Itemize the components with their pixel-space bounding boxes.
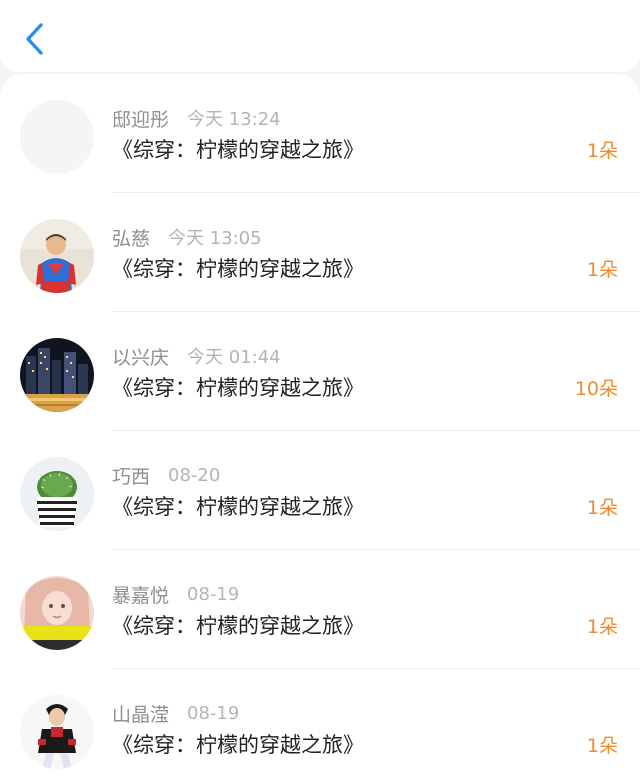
avatar[interactable] — [20, 338, 94, 412]
anime-character-avatar-icon — [20, 695, 94, 769]
cactus-pot-avatar-icon — [20, 457, 94, 531]
book-title[interactable]: 《综穿：柠檬的穿越之旅》 — [112, 491, 364, 521]
list-item[interactable]: 山晶滢 08-19 《综穿：柠檬的穿越之旅》 1朵 — [0, 669, 640, 781]
book-title[interactable]: 《综穿：柠檬的穿越之旅》 — [112, 610, 364, 640]
user-name[interactable]: 暴嘉悦 — [112, 581, 169, 608]
item-meta: 暴嘉悦 08-19 — [112, 581, 240, 608]
timestamp: 08-19 — [187, 583, 240, 605]
user-name[interactable]: 邸迎彤 — [112, 105, 169, 132]
user-name[interactable]: 以兴庆 — [112, 343, 169, 370]
list-item[interactable]: 暴嘉悦 08-19 《综穿：柠檬的穿越之旅》 1朵 — [0, 550, 640, 669]
list-item[interactable]: 弘慈 今天 13:05 《综穿：柠檬的穿越之旅》 1朵 — [0, 193, 640, 312]
user-name[interactable]: 弘慈 — [112, 224, 150, 251]
gift-list: 邸迎彤 今天 13:24 《综穿：柠檬的穿越之旅》 1朵 弘慈 今天 13:05 — [0, 74, 640, 781]
flower-count: 10朵 — [574, 378, 618, 400]
item-meta: 弘慈 今天 13:05 — [112, 224, 262, 251]
avatar[interactable] — [20, 219, 94, 293]
user-name[interactable]: 巧西 — [112, 462, 150, 489]
avatar[interactable] — [20, 695, 94, 769]
book-title[interactable]: 《综穿：柠檬的穿越之旅》 — [112, 253, 364, 283]
flower-count: 1朵 — [586, 140, 618, 162]
chevron-left-icon — [26, 23, 43, 55]
flower-count: 1朵 — [586, 497, 618, 519]
avatar[interactable] — [20, 457, 94, 531]
book-title[interactable]: 《综穿：柠檬的穿越之旅》 — [112, 372, 364, 402]
timestamp: 08-20 — [168, 464, 221, 486]
item-meta: 巧西 08-20 — [112, 462, 221, 489]
city-night-avatar-icon — [20, 338, 94, 412]
item-meta: 山晶滢 08-19 — [112, 700, 240, 727]
back-button[interactable] — [18, 20, 52, 58]
user-name[interactable]: 山晶滢 — [112, 700, 169, 727]
flower-count: 1朵 — [586, 735, 618, 757]
doll-avatar-icon — [20, 576, 94, 650]
item-meta: 以兴庆 今天 01:44 — [112, 343, 281, 370]
timestamp: 08-19 — [187, 702, 240, 724]
list-item[interactable]: 巧西 08-20 《综穿：柠檬的穿越之旅》 1朵 — [0, 431, 640, 550]
top-bar — [0, 0, 640, 72]
list-item[interactable]: 邸迎彤 今天 13:24 《综穿：柠檬的穿越之旅》 1朵 — [0, 74, 640, 193]
flower-count: 1朵 — [586, 259, 618, 281]
avatar[interactable] — [20, 576, 94, 650]
child-superhero-avatar-icon — [20, 219, 94, 293]
book-title[interactable]: 《综穿：柠檬的穿越之旅》 — [112, 729, 364, 759]
list-item[interactable]: 以兴庆 今天 01:44 《综穿：柠檬的穿越之旅》 10朵 — [0, 312, 640, 431]
book-title[interactable]: 《综穿：柠檬的穿越之旅》 — [112, 134, 364, 164]
timestamp: 今天 13:24 — [187, 109, 281, 130]
item-meta: 邸迎彤 今天 13:24 — [112, 105, 281, 132]
blank-avatar-icon — [20, 100, 94, 174]
timestamp: 今天 13:05 — [168, 228, 262, 249]
avatar[interactable] — [20, 100, 94, 174]
timestamp: 今天 01:44 — [187, 347, 281, 368]
flower-count: 1朵 — [586, 616, 618, 638]
